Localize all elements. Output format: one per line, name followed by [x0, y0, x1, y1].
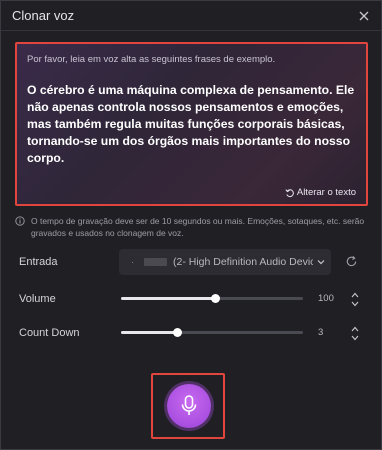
- microphone-icon: [181, 395, 197, 415]
- volume-stepper[interactable]: 100: [315, 288, 363, 310]
- clone-voice-dialog: Clonar voz Por favor, leia em voz alta a…: [0, 0, 382, 450]
- countdown-thumb[interactable]: [172, 328, 182, 337]
- countdown-stepper[interactable]: 3: [315, 322, 363, 344]
- recording-notice: O tempo de gravação deve ser de 10 segun…: [15, 215, 365, 239]
- change-text-button[interactable]: Alterar o texto: [285, 187, 356, 198]
- sample-text-panel: Por favor, leia em voz alta as seguintes…: [15, 42, 368, 206]
- reading-instruction: Por favor, leia em voz alta as seguintes…: [27, 54, 276, 65]
- chevron-down-icon: [317, 260, 325, 265]
- input-device-value: (2- High Definition Audio Device): [173, 256, 313, 268]
- countdown-fill: [121, 331, 178, 334]
- info-icon: [15, 216, 25, 226]
- notice-text: O tempo de gravação deve ser de 10 segun…: [31, 216, 365, 238]
- rotate-left-icon: [285, 188, 294, 197]
- title-bar: Clonar voz: [1, 1, 381, 31]
- sample-sentence: O cérebro é uma máquina complexa de pens…: [27, 83, 355, 165]
- arrow-up-icon[interactable]: [351, 292, 359, 298]
- countdown-label: Count Down: [19, 327, 80, 339]
- countdown-slider[interactable]: [121, 326, 303, 340]
- device-prefix: ·: [131, 257, 134, 267]
- volume-thumb[interactable]: [211, 294, 221, 303]
- change-text-label: Alterar o texto: [296, 187, 356, 198]
- volume-slider[interactable]: [121, 292, 303, 306]
- refresh-icon[interactable]: [345, 255, 358, 268]
- device-name-redacted: [144, 258, 167, 266]
- volume-value: 100: [318, 293, 334, 304]
- volume-label: Volume: [19, 293, 56, 305]
- record-button[interactable]: [167, 384, 211, 428]
- volume-fill: [121, 297, 216, 300]
- countdown-value: 3: [318, 327, 324, 338]
- arrow-up-icon[interactable]: [351, 326, 359, 332]
- input-device-select[interactable]: · (2- High Definition Audio Device): [119, 249, 331, 275]
- arrow-down-icon[interactable]: [351, 335, 359, 341]
- close-icon[interactable]: [356, 8, 372, 24]
- input-label: Entrada: [19, 256, 58, 268]
- dialog-title: Clonar voz: [12, 8, 75, 23]
- arrow-down-icon[interactable]: [351, 301, 359, 307]
